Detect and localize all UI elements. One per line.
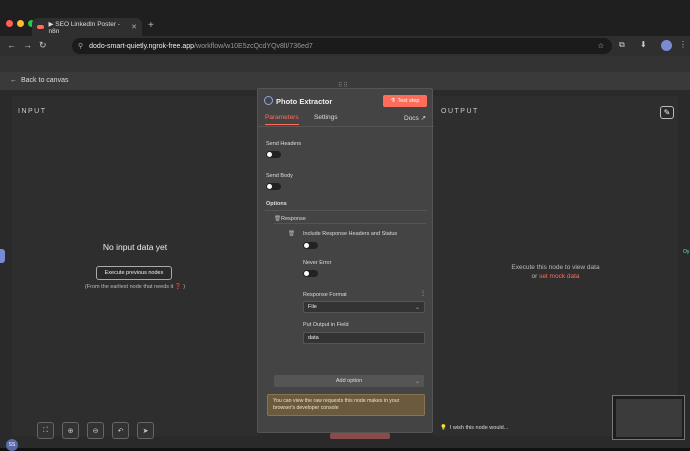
chevron-down-icon: ⌄ <box>414 378 420 385</box>
developer-console-notice: You can view the raw requests this node … <box>267 394 425 416</box>
never-error-label: Never Error <box>303 260 332 266</box>
put-output-field[interactable]: data <box>303 332 425 344</box>
node-tabs: Parameters Settings Docs ↗ <box>258 111 434 127</box>
address-bar[interactable]: ⚲ dodo-smart-quietly.ngrok-free.app/work… <box>72 38 612 54</box>
flask-icon: ⚗ <box>390 98 396 104</box>
input-hint: (From the earliest node that needs it ❓ … <box>84 284 186 290</box>
tidy-up-button[interactable]: ➤ <box>137 422 154 439</box>
site-info-icon[interactable]: ⚲ <box>78 42 83 50</box>
send-body-label: Send Body <box>266 173 293 179</box>
include-response-toggle[interactable] <box>303 242 318 249</box>
send-body-toggle[interactable] <box>266 183 281 190</box>
user-avatar[interactable]: SS <box>6 439 18 451</box>
downloads-icon[interactable]: ⬇ <box>640 40 647 49</box>
arrow-left-icon: ← <box>10 77 17 84</box>
bookmark-star-icon[interactable]: ☆ <box>598 42 604 50</box>
node-settings-panel: Photo Extractor ⚗ Test step Parameters S… <box>257 88 434 433</box>
lightbulb-icon: 💡 <box>440 425 447 431</box>
output-or: or <box>531 273 538 280</box>
execute-previous-nodes-button[interactable]: Execute previous nodes <box>96 266 172 280</box>
tab-title: ▶ SEO LinkedIn Poster - n8n <box>48 20 120 35</box>
cursor-icon: ➤ <box>142 427 149 435</box>
chevron-down-icon: ⌄ <box>414 304 420 311</box>
back-to-canvas-link[interactable]: ← Back to canvas <box>10 77 68 84</box>
url-path: /workflow/w10E5zcQcdYQv8lI/736ed7 <box>194 42 313 50</box>
input-pane: INPUT No input data yet Execute previous… <box>12 96 258 436</box>
zoom-out-button[interactable]: ⊖ <box>87 422 104 439</box>
add-option-label: Add option <box>335 378 363 384</box>
never-error-toggle[interactable] <box>303 270 318 277</box>
profile-avatar[interactable] <box>661 40 672 51</box>
feedback-link[interactable]: 💡 I wish this node would... <box>440 425 508 431</box>
output-message-line: Execute this node to view data <box>511 264 600 271</box>
forward-arrow-icon[interactable]: → <box>23 40 32 50</box>
test-step-label: Test step <box>397 98 420 104</box>
undo-icon: ↶ <box>117 427 124 435</box>
put-output-label: Put Output in Field <box>303 322 349 328</box>
minimap-preview <box>616 399 682 437</box>
reload-icon[interactable]: ↻ <box>39 40 47 51</box>
undo-button[interactable]: ↶ <box>112 422 129 439</box>
back-arrow-icon[interactable]: ← <box>7 40 16 50</box>
response-format-label: Response Format <box>303 292 347 298</box>
include-response-label: Include Response Headers and Status <box>303 231 398 237</box>
tab-parameters[interactable]: Parameters <box>265 114 299 125</box>
minimize-window-button[interactable] <box>17 20 24 27</box>
menu-kebab-icon[interactable]: ⋮ <box>679 40 687 49</box>
tab-close-icon[interactable]: ✕ <box>131 23 137 31</box>
output-pane-label: OUTPUT <box>441 108 479 115</box>
trash-icon[interactable]: 🗑 <box>274 216 281 222</box>
input-pane-label: INPUT <box>18 108 47 115</box>
window-controls <box>6 20 35 27</box>
pencil-icon: ✎ <box>663 108 671 117</box>
browser-tab[interactable]: ▶ SEO LinkedIn Poster - n8n ✕ <box>32 18 142 36</box>
output-message: Execute this node to view data or set mo… <box>433 263 678 281</box>
wish-label: I wish this node would... <box>449 425 509 431</box>
no-input-title: No input data yet <box>102 242 168 252</box>
docs-link[interactable]: Docs ↗ <box>404 114 426 122</box>
bottom-execute-bar[interactable] <box>330 433 390 439</box>
node-title[interactable]: Photo Extractor <box>276 97 332 106</box>
zoom-out-icon: ⊖ <box>92 427 99 435</box>
minimap-thumbnail[interactable] <box>612 395 685 440</box>
response-divider <box>274 223 426 224</box>
back-label: Back to canvas <box>21 77 69 84</box>
n8n-favicon-icon <box>37 25 45 29</box>
output-pane: OUTPUT ✎ Execute this node to view data … <box>433 96 678 436</box>
options-divider <box>265 210 427 211</box>
edit-output-button[interactable]: ✎ <box>660 106 674 119</box>
tab-settings[interactable]: Settings <box>314 114 338 121</box>
n8n-app: ← Back to canvas INPUT No input data yet… <box>0 56 690 451</box>
response-group-label: Response <box>281 216 306 222</box>
send-headers-toggle[interactable] <box>266 151 281 158</box>
node-panel-header: Photo Extractor ⚗ Test step <box>258 89 434 111</box>
trash-icon[interactable]: 🗑 <box>288 231 295 237</box>
app-header <box>0 56 690 72</box>
canvas-controls: ⛶ ⊕ ⊖ ↶ ➤ <box>37 422 154 439</box>
send-headers-label: Send Headers <box>266 141 302 147</box>
zoom-in-icon: ⊕ <box>67 427 74 435</box>
url-host: dodo-smart-quietly.ngrok-free.app <box>89 42 195 50</box>
put-output-value: data <box>308 335 319 341</box>
options-label: Options <box>266 201 287 207</box>
left-edge-tab[interactable] <box>0 249 5 263</box>
test-step-button[interactable]: ⚗ Test step <box>383 95 427 107</box>
field-options-icon[interactable]: ⋮ <box>420 290 426 297</box>
extensions-icon[interactable]: ⧉ <box>619 40 625 50</box>
zoom-in-button[interactable]: ⊕ <box>62 422 79 439</box>
set-mock-data-link[interactable]: set mock data <box>539 273 579 280</box>
add-option-button[interactable]: Add option ⌄ <box>274 375 424 387</box>
response-format-select[interactable]: File ⌄ <box>303 301 425 313</box>
new-tab-icon[interactable]: + <box>148 20 154 31</box>
fit-view-icon: ⛶ <box>43 426 48 434</box>
globe-icon <box>264 96 273 105</box>
response-format-value: File <box>308 304 317 310</box>
fit-view-button[interactable]: ⛶ <box>37 422 54 439</box>
right-edge-badge[interactable]: Oy <box>683 249 690 267</box>
close-window-button[interactable] <box>6 20 13 27</box>
